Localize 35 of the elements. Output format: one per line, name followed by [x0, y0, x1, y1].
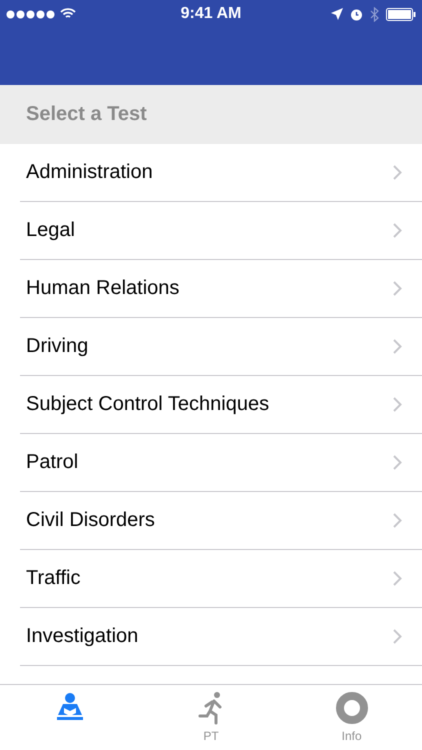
signal-icon	[6, 10, 56, 18]
test-row[interactable]: Investigation	[20, 608, 422, 666]
chevron-icon	[393, 397, 402, 412]
test-label: Human Relations	[26, 277, 180, 300]
test-row[interactable]: Traffic	[20, 550, 422, 608]
test-row[interactable]: Patrol	[20, 434, 422, 492]
test-label: Legal	[26, 219, 76, 242]
chevron-icon	[393, 629, 402, 644]
test-label: Subject Control Techniques	[26, 393, 270, 416]
test-label: Patrol	[26, 451, 80, 474]
test-row[interactable]: Subject Control Techniques	[20, 376, 422, 434]
status-time: 9:41 AM	[180, 5, 242, 23]
test-row[interactable]: Human Relations	[20, 260, 422, 318]
chevron-icon	[393, 223, 402, 238]
test-row[interactable]: Civil Disorders	[20, 492, 422, 550]
alarm-icon	[350, 8, 364, 20]
chevron-icon	[393, 455, 402, 470]
test-label: Traffic	[26, 567, 82, 590]
battery-icon	[386, 8, 416, 20]
lifebuoy-icon	[334, 691, 369, 725]
test-label: Investigation	[26, 625, 140, 648]
test-label: Civil Disorders	[26, 509, 156, 532]
wifi-icon	[60, 8, 76, 20]
test-label: Driving	[26, 335, 90, 358]
location-icon	[331, 8, 344, 20]
chevron-icon	[393, 513, 402, 528]
chevron-icon	[393, 281, 402, 296]
chevron-icon	[393, 165, 402, 180]
section-title: Select a Test	[26, 103, 147, 126]
chevron-icon	[393, 571, 402, 586]
test-row[interactable]: Administration	[20, 144, 422, 202]
test-label: Administration	[26, 161, 154, 184]
chevron-icon	[393, 339, 402, 354]
test-row[interactable]: Legal	[20, 202, 422, 260]
test-row[interactable]: Driving	[20, 318, 422, 376]
